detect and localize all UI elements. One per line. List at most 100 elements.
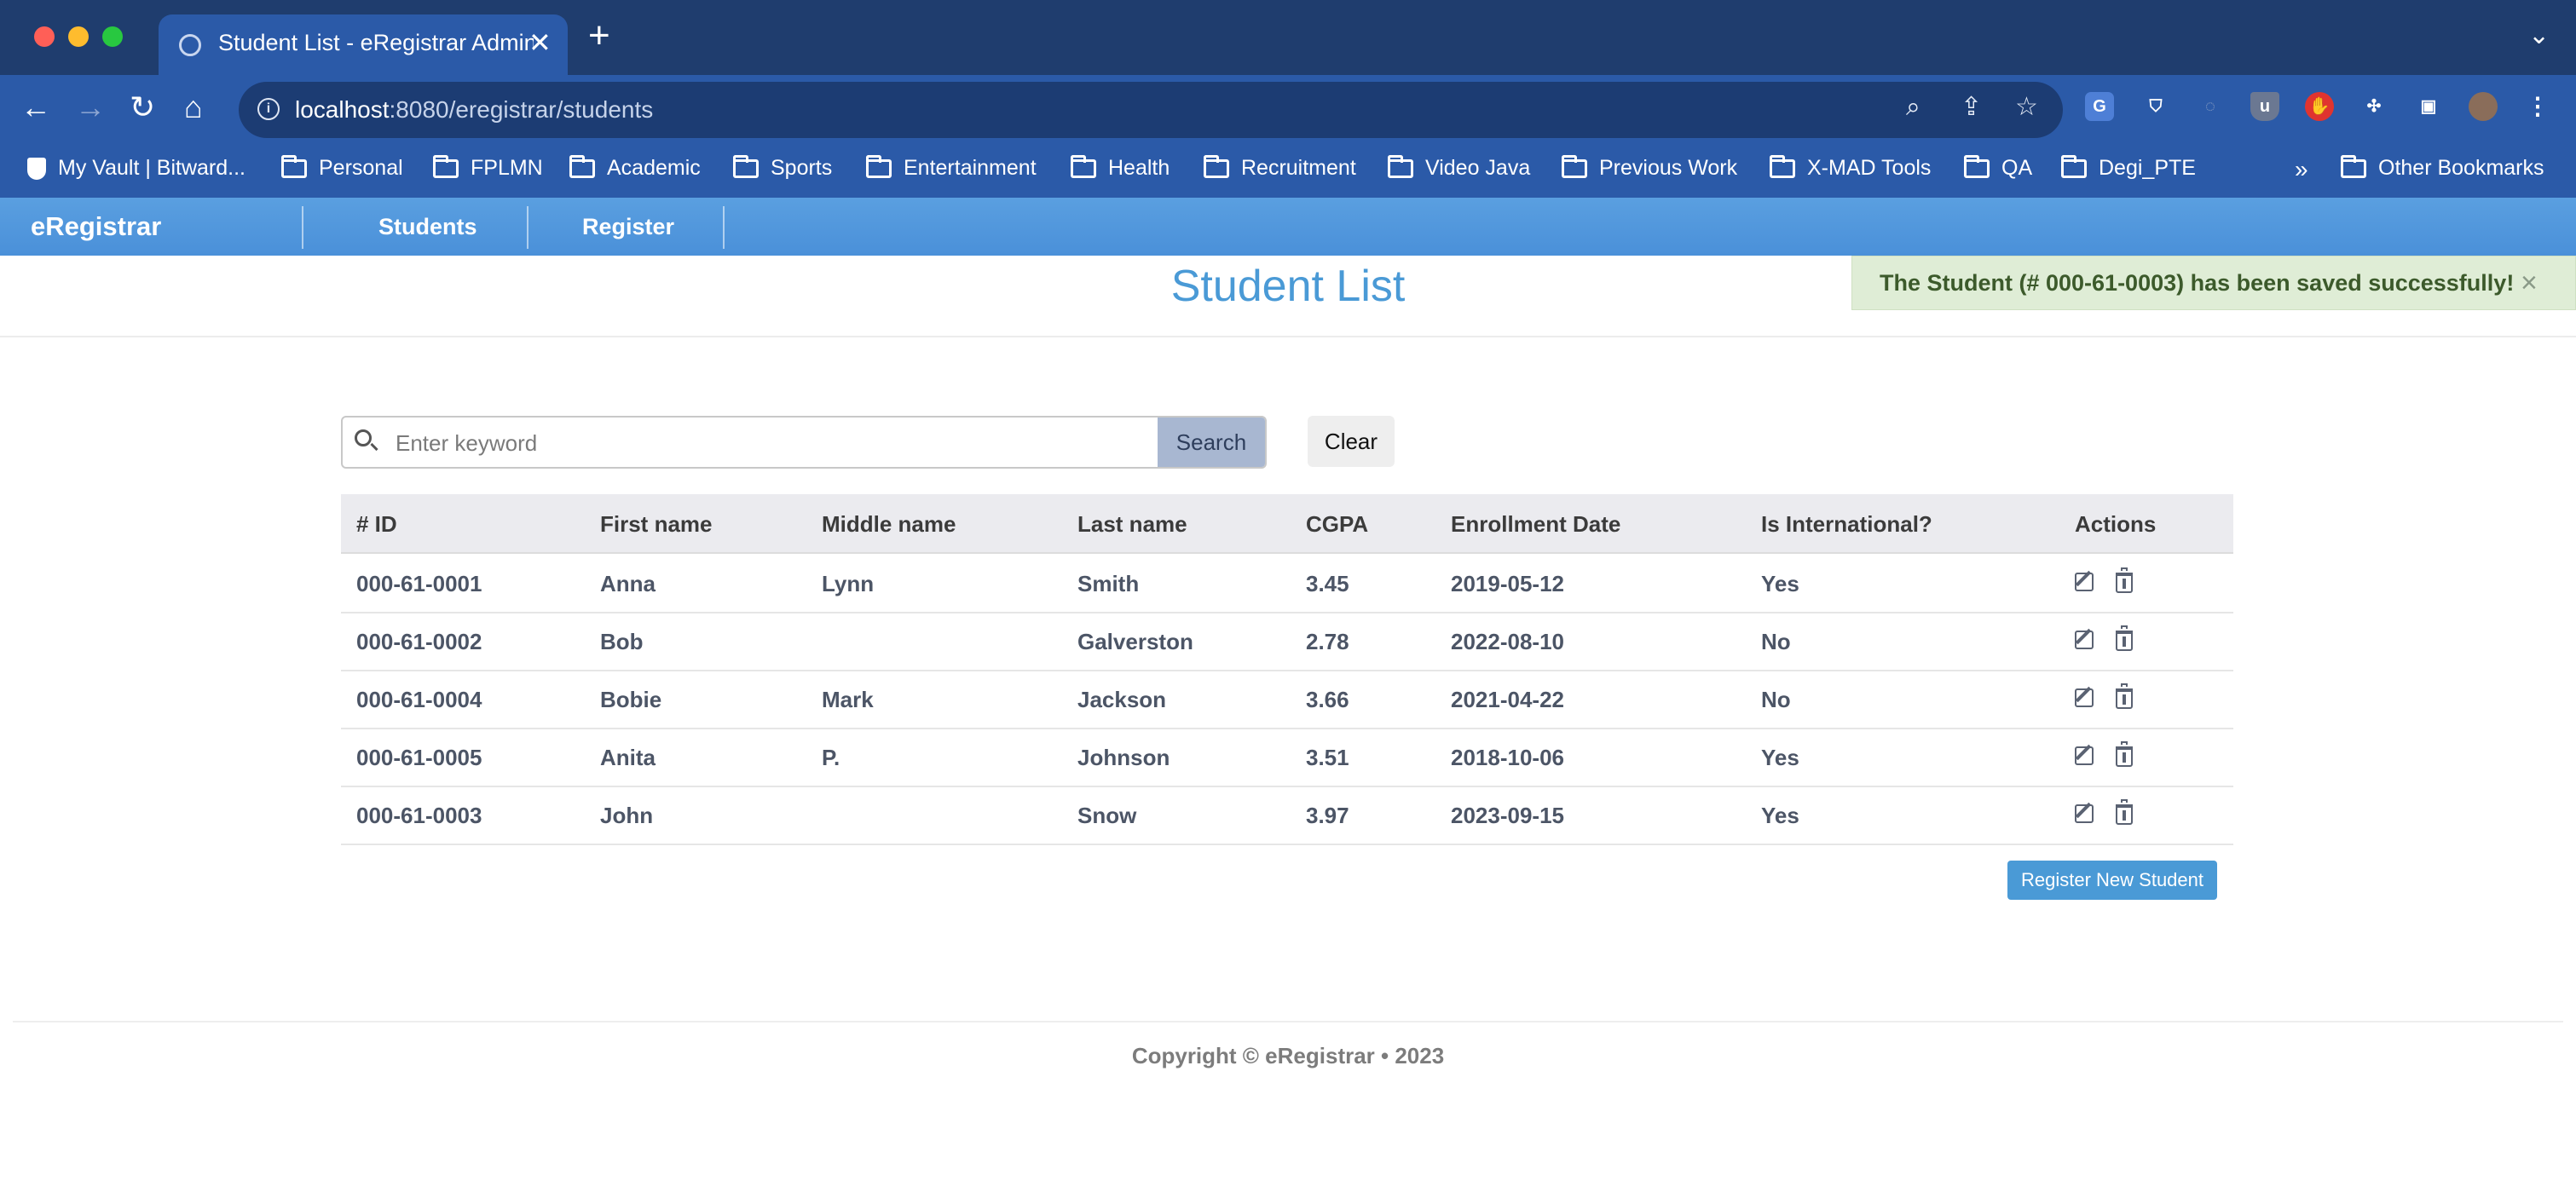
cell-middle-name: Mark (822, 687, 874, 712)
bookmarks-bar: My Vault | Bitward... Personal FPLMN Aca… (0, 145, 2576, 199)
table-row: 000-61-0002 Bob Galverston 2.78 2022-08-… (341, 612, 2233, 671)
profile-avatar[interactable] (2469, 92, 2498, 121)
bitwarden-extension-icon[interactable]: ⛉ (2141, 92, 2170, 121)
browser-tab-strip: Student List - eRegistrar Admin ✕ + ⌄ (0, 0, 2576, 75)
bookmark-folder[interactable]: Degi_PTE (2061, 154, 2196, 181)
forward-arrow-icon[interactable]: → (75, 92, 106, 123)
folder-icon (1204, 154, 1229, 178)
cell-first-name: Anna (600, 571, 656, 596)
alert-close-icon[interactable]: × (2521, 268, 2538, 297)
folder-icon (2341, 154, 2366, 178)
cell-last-name: Smith (1077, 571, 1140, 596)
bookmark-folder[interactable]: FPLMN (433, 154, 543, 181)
bookmark-star-icon[interactable]: ☆ (2015, 95, 2038, 120)
window-close-button[interactable] (34, 26, 55, 47)
cell-first-name: John (600, 803, 654, 828)
cell-last-name: Galverston (1077, 629, 1193, 654)
bookmark-folder[interactable]: Academic (569, 154, 701, 181)
bookmark-folder[interactable]: Sports (733, 154, 832, 181)
cell-last-name: Snow (1077, 803, 1137, 828)
nav-register[interactable]: Register (582, 214, 674, 240)
bookmark-folder[interactable]: Personal (281, 154, 403, 181)
bookmark-item[interactable]: My Vault | Bitward... (27, 156, 245, 181)
nav-students[interactable]: Students (378, 214, 477, 240)
bookmarks-overflow-button[interactable]: » (2295, 156, 2308, 183)
new-tab-button[interactable]: + (588, 17, 610, 55)
cell-is-international: No (1761, 687, 1791, 712)
back-arrow-icon[interactable]: ← (20, 92, 51, 123)
reload-icon[interactable]: ↻ (130, 92, 155, 123)
header-actions: Actions (2075, 511, 2157, 537)
folder-icon (1562, 154, 1587, 178)
edit-icon[interactable] (2075, 804, 2094, 823)
tab-search-chevron-icon[interactable]: ⌄ (2528, 20, 2550, 50)
translate-extension-icon[interactable]: G (2085, 92, 2114, 121)
footer-copyright: Copyright © eRegistrar • 2023 (1131, 1043, 1445, 1068)
table-row: 000-61-0004 Bobie Mark Jackson 3.66 2021… (341, 670, 2233, 729)
cell-is-international: No (1761, 629, 1791, 654)
bookmark-folder[interactable]: Recruitment (1204, 154, 1356, 181)
bookmark-folder[interactable]: QA (1964, 154, 2032, 181)
browser-tab-active[interactable]: Student List - eRegistrar Admin ✕ (159, 14, 568, 75)
extensions-puzzle-icon[interactable]: ✣ (2359, 92, 2388, 121)
folder-icon (1388, 154, 1413, 178)
search-input[interactable] (394, 428, 1147, 458)
folder-icon (433, 154, 459, 178)
clear-button[interactable]: Clear (1308, 416, 1395, 467)
delete-icon[interactable] (2116, 799, 2133, 825)
bookmark-folder[interactable]: Previous Work (1562, 154, 1737, 181)
url-text[interactable]: localhost:8080/eregistrar/students (295, 96, 653, 124)
header-cgpa: CGPA (1306, 511, 1369, 537)
nav-divider (723, 206, 725, 249)
header-last-name: Last name (1077, 511, 1187, 537)
cell-id: 000-61-0002 (356, 629, 482, 654)
header-middle-name: Middle name (822, 511, 956, 537)
globe-icon (179, 34, 201, 56)
ublock-extension-icon[interactable]: u (2250, 92, 2279, 121)
tab-close-icon[interactable]: ✕ (528, 26, 552, 59)
cell-enrollment-date: 2021-04-22 (1451, 687, 1564, 712)
delete-icon[interactable] (2116, 567, 2133, 593)
folder-icon (1071, 154, 1096, 178)
header-id: # ID (356, 511, 397, 537)
cell-enrollment-date: 2018-10-06 (1451, 745, 1564, 770)
cell-middle-name: Lynn (822, 571, 875, 596)
bookmark-folder[interactable]: Health (1071, 154, 1170, 181)
cell-cgpa: 3.97 (1306, 803, 1349, 828)
window-minimize-button[interactable] (68, 26, 89, 47)
edit-icon[interactable] (2075, 746, 2094, 765)
edit-icon[interactable] (2075, 573, 2094, 591)
bookmark-folder[interactable]: Entertainment (866, 154, 1037, 181)
search-icon (355, 429, 372, 446)
register-new-student-button[interactable]: Register New Student (2007, 861, 2217, 900)
brand-logo[interactable]: eRegistrar (31, 211, 161, 242)
delete-icon[interactable] (2116, 625, 2133, 651)
cell-cgpa: 3.45 (1306, 571, 1349, 596)
edit-icon[interactable] (2075, 631, 2094, 649)
cell-enrollment-date: 2022-08-10 (1451, 629, 1564, 654)
nav-divider (302, 206, 303, 249)
bookmark-folder[interactable]: X-MAD Tools (1770, 154, 1931, 181)
home-icon[interactable]: ⌂ (184, 92, 203, 123)
share-icon[interactable]: ⇪ (1961, 95, 1982, 120)
browser-menu-icon[interactable]: ⋮ (2523, 92, 2552, 121)
adblock-extension-icon[interactable]: ✋ (2305, 92, 2334, 121)
side-panel-icon[interactable]: ▣ (2414, 92, 2443, 121)
window-maximize-button[interactable] (102, 26, 123, 47)
cell-id: 000-61-0004 (356, 687, 482, 712)
table-row: 000-61-0005 Anita P. Johnson 3.51 2018-1… (341, 728, 2233, 787)
zoom-icon[interactable]: ⌕ (1906, 95, 1920, 120)
cell-first-name: Bobie (600, 687, 662, 712)
delete-icon[interactable] (2116, 741, 2133, 767)
search-button[interactable]: Search (1158, 418, 1265, 467)
other-bookmarks-folder[interactable]: Other Bookmarks (2341, 154, 2544, 181)
delete-icon[interactable] (2116, 683, 2133, 709)
cell-is-international: Yes (1761, 803, 1799, 828)
site-info-icon[interactable]: i (257, 98, 280, 120)
edit-icon[interactable] (2075, 688, 2094, 707)
cell-is-international: Yes (1761, 745, 1799, 770)
success-alert: The Student (# 000-61-0003) has been sav… (1851, 256, 2576, 310)
bookmark-folder[interactable]: Video Java (1388, 154, 1530, 181)
address-bar[interactable]: i localhost:8080/eregistrar/students ⌕ ⇪… (239, 82, 2063, 138)
extension-disabled-icon[interactable]: ◌ (2196, 92, 2225, 121)
